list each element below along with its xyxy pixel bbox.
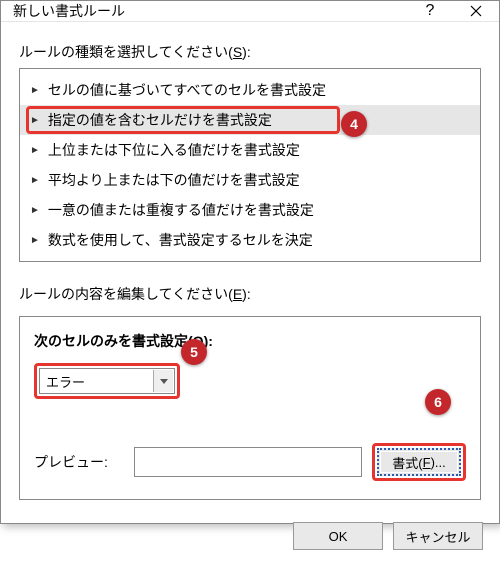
rule-type-label: 指定の値を含むセルだけを書式設定 (48, 110, 272, 130)
rule-content-panel: 次のセルのみを書式設定(O): エラー プレビュー: 書式(F)... (19, 316, 481, 500)
cancel-button[interactable]: キャンセル (393, 522, 483, 550)
rule-type-label: 一意の値または重複する値だけを書式設定 (48, 200, 314, 220)
condition-combobox[interactable]: エラー (39, 368, 175, 394)
play-icon: ► (30, 235, 40, 246)
highlight-5: エラー (34, 363, 180, 399)
help-button[interactable]: ? (407, 1, 453, 21)
rule-type-label: セルの値に基づいてすべてのセルを書式設定 (48, 80, 326, 100)
rule-type-label: ルールの種類を選択してください(S): (19, 42, 481, 62)
play-icon: ► (30, 145, 40, 156)
dialog-footer: OK キャンセル (1, 510, 499, 562)
rule-type-label: 数式を使用して、書式設定するセルを決定 (48, 230, 313, 250)
content-subtitle: 次のセルのみを書式設定(O): (34, 331, 466, 351)
ok-button[interactable]: OK (293, 522, 383, 550)
rule-type-item[interactable]: ► 指定の値を含むセルだけを書式設定 (20, 105, 480, 135)
rule-type-list: ► セルの値に基づいてすべてのセルを書式設定 ► 指定の値を含むセルだけを書式設定 ► 上… (19, 68, 481, 262)
close-button[interactable] (453, 1, 499, 21)
play-icon: ► (30, 205, 40, 216)
window-title: 新しい書式ルール (13, 1, 407, 21)
rule-type-item[interactable]: ► 上位または下位に入る値だけを書式設定 (20, 135, 480, 165)
play-icon: ► (30, 175, 40, 186)
rule-type-label: 平均より上または下の値だけを書式設定 (48, 170, 300, 190)
rule-type-item[interactable]: ► 平均より上または下の値だけを書式設定 (20, 165, 480, 195)
format-button[interactable]: 書式(F)... (377, 448, 461, 476)
dialog-body: ルールの種類を選択してください(S): ► セルの値に基づいてすべてのセルを書式設… (1, 22, 499, 510)
highlight-6: 書式(F)... (372, 443, 466, 481)
play-icon: ► (30, 115, 40, 126)
close-icon (470, 5, 482, 17)
play-icon: ► (30, 85, 40, 96)
titlebar-buttons: ? (407, 1, 499, 21)
preview-box (134, 447, 362, 477)
preview-row: プレビュー: 書式(F)... (34, 443, 466, 481)
rule-type-item[interactable]: ► 一意の値または重複する値だけを書式設定 (20, 195, 480, 225)
rule-type-item[interactable]: ► セルの値に基づいてすべてのセルを書式設定 (20, 75, 480, 105)
rule-type-label: 上位または下位に入る値だけを書式設定 (48, 140, 300, 160)
rule-content-label: ルールの内容を編集してください(E): (19, 284, 481, 304)
titlebar: 新しい書式ルール ? (1, 1, 499, 22)
combo-value: エラー (46, 372, 85, 391)
callout-5: 5 (181, 339, 207, 365)
dialog-window: 新しい書式ルール ? ルールの種類を選択してください(S): ► セルの値に基づい… (0, 0, 500, 524)
preview-label: プレビュー: (34, 452, 124, 472)
chevron-down-icon[interactable] (153, 370, 173, 392)
callout-6: 6 (425, 389, 451, 415)
rule-type-item[interactable]: ► 数式を使用して、書式設定するセルを決定 (20, 225, 480, 255)
callout-4: 4 (341, 111, 367, 137)
